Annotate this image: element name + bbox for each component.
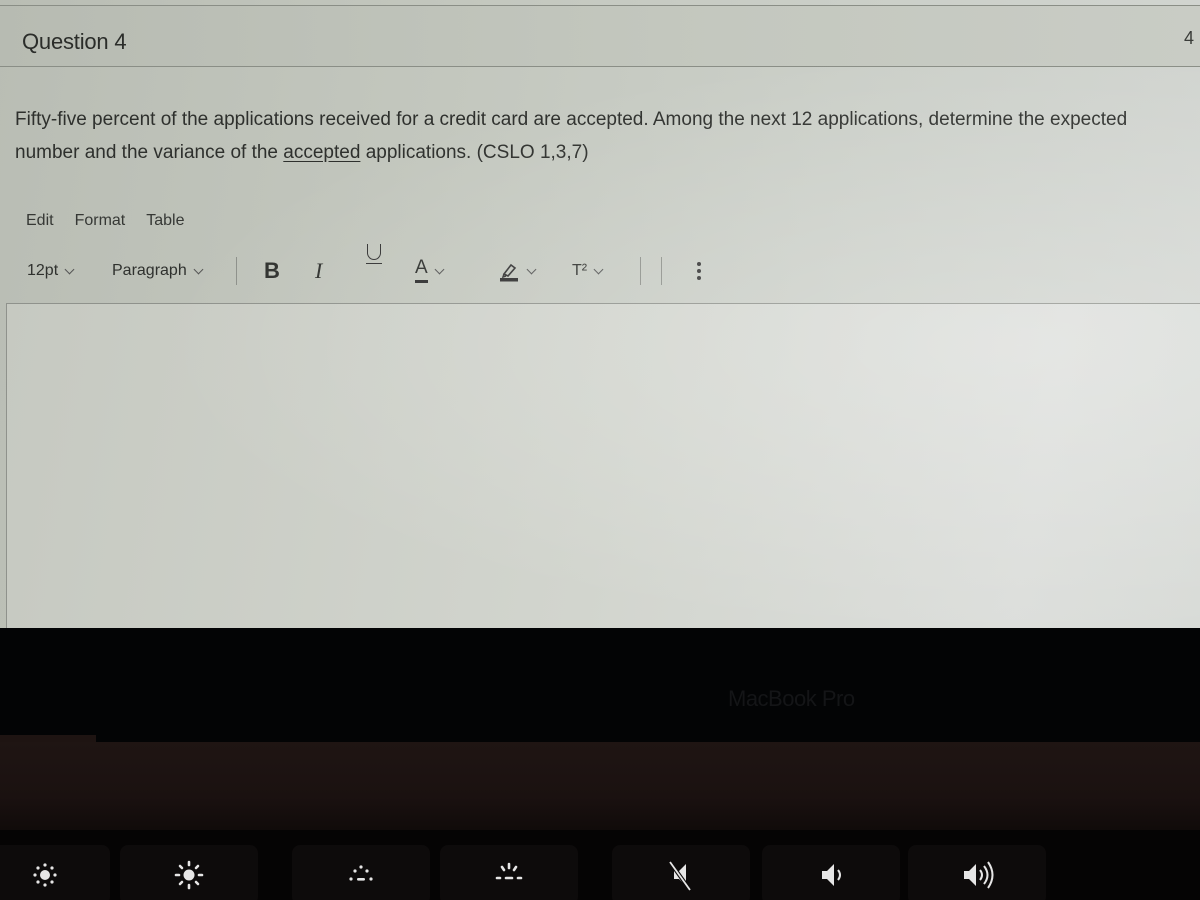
highlighter-icon	[500, 263, 518, 282]
laptop-hinge	[0, 742, 1200, 834]
chevron-down-icon	[434, 264, 445, 274]
brightness-up-icon	[174, 860, 204, 890]
keyboard-backlight-up-key[interactable]	[440, 845, 578, 900]
mute-key[interactable]	[612, 845, 750, 900]
bezel-label: MacBook Pro	[728, 686, 855, 711]
brightness-down-key[interactable]	[0, 845, 110, 900]
superscript-icon: T²	[572, 262, 588, 279]
toolbar-divider	[661, 257, 662, 285]
volume-down-key[interactable]	[762, 845, 900, 900]
block-format-value: Paragraph	[112, 262, 187, 279]
highlight-color-button[interactable]	[498, 260, 537, 282]
keyboard-backlight-down-key[interactable]	[292, 845, 430, 900]
menu-table[interactable]: Table	[146, 212, 184, 230]
font-size-dropdown[interactable]: 12pt	[27, 262, 75, 280]
editor-toolbar: 12pt Paragraph B I A T²	[0, 244, 1200, 288]
keyboard-backlight-up-icon	[495, 862, 523, 880]
laptop-bezel	[0, 628, 1200, 746]
question-text: Fifty-five percent of the applications r…	[15, 103, 1185, 169]
volume-up-key[interactable]	[908, 845, 1046, 900]
editor-menubar: Edit Format Table	[26, 212, 185, 230]
underline-button[interactable]	[366, 244, 382, 264]
italic-button[interactable]: I	[315, 258, 322, 284]
question-points: 4	[1183, 28, 1194, 48]
text-color-icon: A	[415, 258, 428, 283]
text-color-button[interactable]: A	[415, 258, 445, 283]
more-vertical-icon	[697, 262, 701, 280]
toolbar-divider	[640, 257, 641, 285]
block-format-dropdown[interactable]: Paragraph	[112, 262, 204, 280]
toolbar-divider	[236, 257, 237, 285]
chevron-down-icon	[526, 264, 537, 274]
question-text-underlined: accepted	[283, 142, 361, 163]
question-header: Question 4 4	[0, 5, 1200, 67]
menu-format[interactable]: Format	[75, 212, 126, 230]
volume-up-icon	[964, 861, 994, 889]
bold-icon: B	[264, 258, 280, 283]
menu-edit[interactable]: Edit	[26, 212, 54, 230]
keyboard-backlight-down-icon	[349, 865, 373, 881]
brightness-down-icon	[33, 863, 57, 887]
question-title: Question 4	[22, 29, 127, 54]
answer-editor[interactable]	[6, 303, 1200, 628]
superscript-button[interactable]: T²	[572, 262, 604, 280]
chevron-down-icon	[64, 264, 75, 274]
more-options-button[interactable]	[697, 262, 701, 280]
chevron-down-icon	[193, 264, 204, 274]
volume-down-icon	[822, 864, 841, 886]
mute-icon	[668, 860, 692, 892]
browser-screen: Question 4 4 Fifty-five percent of the a…	[0, 0, 1200, 628]
font-size-value: 12pt	[27, 262, 59, 279]
underline-icon	[366, 244, 382, 264]
question-text-part-2: applications. (CSLO 1,3,7)	[360, 142, 589, 163]
italic-icon: I	[315, 258, 323, 283]
bold-button[interactable]: B	[264, 258, 280, 284]
brightness-up-key[interactable]	[120, 845, 258, 900]
chevron-down-icon	[593, 264, 604, 274]
